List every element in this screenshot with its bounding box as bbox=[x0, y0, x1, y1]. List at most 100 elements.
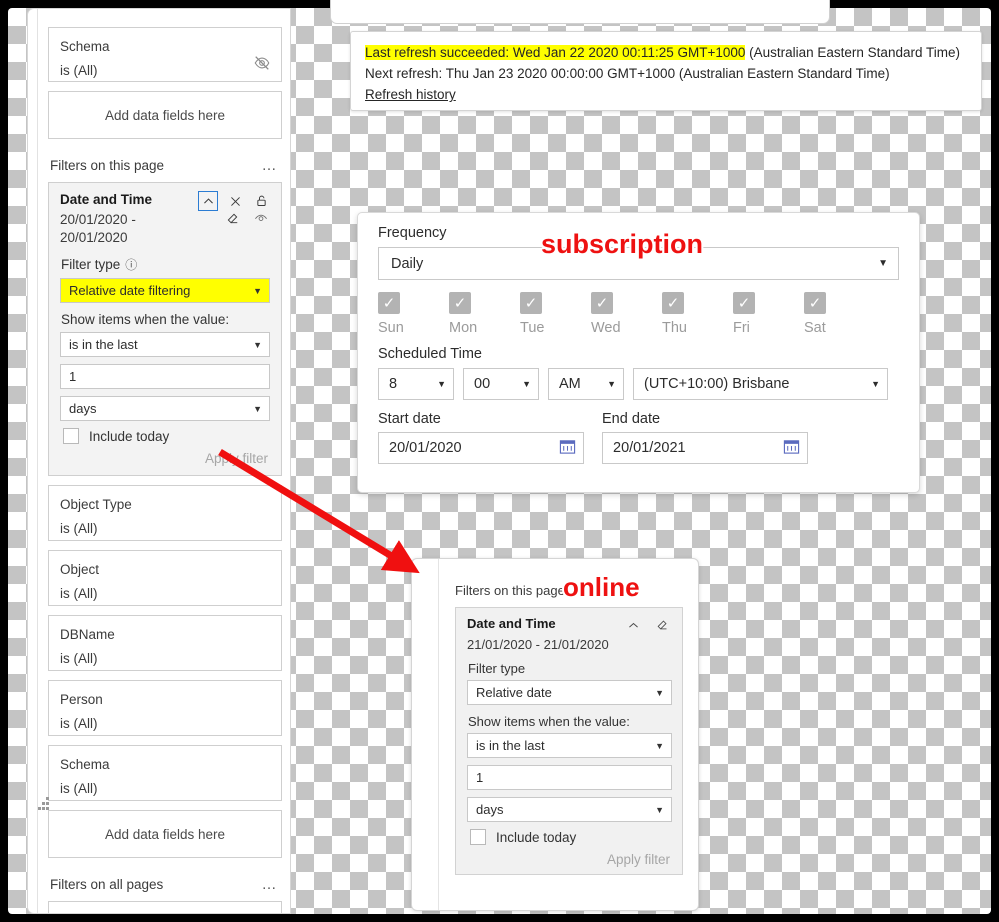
eraser-icon[interactable] bbox=[224, 209, 242, 227]
annotation-online-label: online bbox=[563, 572, 640, 602]
chevron-down-icon: ▼ bbox=[871, 379, 880, 389]
info-icon[interactable]: ⓘ bbox=[125, 256, 137, 273]
section-filters-on-all-pages: Filters on all pages … bbox=[50, 876, 280, 893]
refresh-history-link[interactable]: Refresh history bbox=[365, 87, 456, 102]
chevron-up-icon[interactable] bbox=[198, 191, 218, 211]
weekday-wed[interactable]: ✓ Wed bbox=[591, 292, 662, 336]
eye-slash-icon[interactable] bbox=[253, 54, 271, 72]
filter-card-partial-bottom[interactable] bbox=[48, 901, 282, 913]
weekday-label: Sat bbox=[804, 320, 826, 336]
include-today-checkbox[interactable] bbox=[63, 428, 79, 444]
chevron-down-icon: ▼ bbox=[522, 379, 531, 389]
filter-card-value: is (All) bbox=[60, 63, 98, 78]
eraser-icon[interactable] bbox=[654, 616, 672, 634]
meridiem-dropdown[interactable]: AM ▼ bbox=[548, 368, 624, 400]
frequency-value: Daily bbox=[391, 255, 424, 272]
last-refresh-text: Last refresh succeeded: Wed Jan 22 2020 … bbox=[365, 45, 746, 60]
end-date-value: 20/01/2021 bbox=[613, 440, 686, 456]
chevron-down-icon: ▼ bbox=[253, 339, 262, 350]
filter-card-dbname[interactable]: DBName is (All) bbox=[48, 615, 282, 671]
filter-card-title: Schema bbox=[60, 39, 110, 54]
weekday-sat[interactable]: ✓ Sat bbox=[804, 292, 875, 336]
chevron-down-icon: ▼ bbox=[253, 285, 262, 296]
pane-resize-handle[interactable] bbox=[38, 797, 52, 813]
last-refresh-line: Last refresh succeeded: Wed Jan 22 2020 … bbox=[365, 42, 967, 63]
hour-dropdown[interactable]: 8 ▼ bbox=[378, 368, 454, 400]
refresh-status-card: Last refresh succeeded: Wed Jan 22 2020 … bbox=[350, 31, 982, 111]
online-filter-type-value: Relative date bbox=[476, 685, 552, 700]
unit-dropdown[interactable]: days ▼ bbox=[60, 396, 270, 421]
condition-value: is in the last bbox=[69, 337, 138, 352]
weekday-fri[interactable]: ✓ Fri bbox=[733, 292, 804, 336]
online-apply-filter-button[interactable]: Apply filter bbox=[467, 849, 672, 868]
online-unit-dropdown[interactable]: days ▼ bbox=[467, 797, 672, 822]
amount-value: 1 bbox=[69, 369, 77, 384]
online-filter-card-date-and-time[interactable]: Date and Time 21/01/2020 - 21/01/2020 Fi… bbox=[455, 607, 683, 875]
checkbox-checked-icon[interactable]: ✓ bbox=[378, 292, 400, 314]
calendar-icon[interactable] bbox=[559, 438, 576, 459]
weekday-label: Thu bbox=[662, 320, 687, 336]
checkbox-checked-icon[interactable]: ✓ bbox=[591, 292, 613, 314]
close-icon[interactable] bbox=[226, 192, 244, 210]
weekday-thu[interactable]: ✓ Thu bbox=[662, 292, 733, 336]
filter-card-schema-top[interactable]: Schema is (All) bbox=[48, 27, 282, 82]
checkbox-checked-icon[interactable]: ✓ bbox=[662, 292, 684, 314]
section-label: Filters on this page bbox=[50, 158, 165, 173]
section-filters-on-this-page: Filters on this page … bbox=[50, 157, 280, 174]
add-data-fields-dropzone-top[interactable]: Add data fields here bbox=[48, 91, 282, 139]
weekday-label: Fri bbox=[733, 320, 750, 336]
minute-dropdown[interactable]: 00 ▼ bbox=[463, 368, 539, 400]
date-filter-header: Date and Time 20/01/2020 - 20/01/2020 bbox=[60, 191, 270, 247]
end-date-input[interactable]: 20/01/2021 bbox=[602, 432, 808, 464]
filter-card-title: Person bbox=[60, 692, 103, 707]
online-amount-value: 1 bbox=[476, 770, 484, 785]
online-condition-dropdown[interactable]: is in the last ▼ bbox=[467, 733, 672, 758]
weekday-checkbox-row: ✓ Sun ✓ Mon ✓ Tue ✓ Wed ✓ Thu ✓ Fri ✓ Sa… bbox=[378, 292, 899, 336]
date-labels-row: Start date End date bbox=[378, 411, 899, 432]
include-today-checkbox[interactable] bbox=[470, 829, 486, 845]
filter-type-dropdown[interactable]: Relative date filtering ▼ bbox=[60, 278, 270, 303]
minute-value: 00 bbox=[474, 376, 491, 392]
online-filter-type-label: Filter type bbox=[468, 661, 526, 676]
chevron-up-icon[interactable] bbox=[624, 616, 642, 634]
checkbox-checked-icon[interactable]: ✓ bbox=[520, 292, 542, 314]
more-options-icon[interactable]: … bbox=[262, 157, 281, 174]
chevron-down-icon: ▼ bbox=[437, 379, 446, 389]
online-amount-input[interactable]: 1 bbox=[467, 765, 672, 790]
checkbox-checked-icon[interactable]: ✓ bbox=[733, 292, 755, 314]
filter-card-date-and-time[interactable]: Date and Time 20/01/2020 - 20/01/2020 Fi… bbox=[48, 182, 282, 476]
timezone-dropdown[interactable]: (UTC+10:00) Brisbane ▼ bbox=[633, 368, 888, 400]
timezone-value: (UTC+10:00) Brisbane bbox=[644, 376, 790, 392]
online-filters-pane: Filters on this page Date and Time 21/01… bbox=[411, 558, 699, 911]
weekday-mon[interactable]: ✓ Mon bbox=[449, 292, 520, 336]
filter-type-label: Filter type bbox=[61, 257, 121, 272]
lock-icon[interactable] bbox=[252, 192, 270, 210]
next-refresh-line: Next refresh: Thu Jan 23 2020 00:00:00 G… bbox=[365, 66, 890, 81]
online-include-today-row[interactable]: Include today bbox=[470, 829, 672, 845]
online-unit-value: days bbox=[476, 802, 504, 817]
screenshot-root: Schema is (All) Add data fields here Fil… bbox=[0, 0, 999, 922]
amount-input[interactable]: 1 bbox=[60, 364, 270, 389]
filter-card-person[interactable]: Person is (All) bbox=[48, 680, 282, 736]
eye-icon[interactable] bbox=[252, 209, 270, 227]
online-date-filter-range: 21/01/2020 - 21/01/2020 bbox=[467, 637, 609, 652]
weekday-sun[interactable]: ✓ Sun bbox=[378, 292, 449, 336]
condition-dropdown[interactable]: is in the last ▼ bbox=[60, 332, 270, 357]
date-filter-title: Date and Time bbox=[60, 192, 153, 207]
end-date-label: End date bbox=[602, 411, 661, 427]
checkbox-checked-icon[interactable]: ✓ bbox=[449, 292, 471, 314]
online-show-items-label: Show items when the value: bbox=[468, 714, 630, 729]
chevron-down-icon: ▼ bbox=[655, 740, 664, 751]
calendar-icon[interactable] bbox=[783, 438, 800, 459]
weekday-tue[interactable]: ✓ Tue bbox=[520, 292, 591, 336]
checkbox-checked-icon[interactable]: ✓ bbox=[804, 292, 826, 314]
online-filters-content: Filters on this page Date and Time 21/01… bbox=[438, 559, 698, 910]
filter-card-schema[interactable]: Schema is (All) bbox=[48, 745, 282, 801]
more-options-icon[interactable]: … bbox=[262, 876, 281, 893]
chevron-down-icon: ▼ bbox=[607, 379, 616, 389]
annotation-subscription-label: subscription bbox=[541, 229, 704, 259]
add-data-fields-dropzone-bottom[interactable]: Add data fields here bbox=[48, 810, 282, 858]
date-inputs-row: 20/01/2020 20/01/2021 bbox=[378, 432, 899, 464]
online-filter-type-dropdown[interactable]: Relative date ▼ bbox=[467, 680, 672, 705]
filter-card-value: is (All) bbox=[60, 651, 98, 666]
